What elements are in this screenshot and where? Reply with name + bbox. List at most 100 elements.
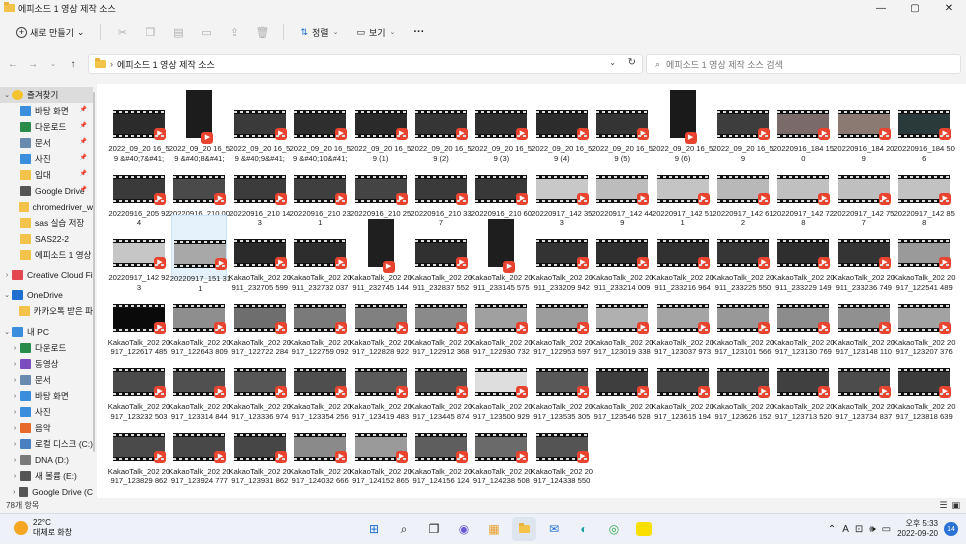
sidebar-item[interactable]: › 바탕 화면 (0, 388, 93, 404)
notification-badge[interactable]: 14 (944, 522, 958, 536)
file-item[interactable]: ▶ KakaoTalk_202 20917_124238 508 (470, 409, 533, 485)
file-item[interactable]: ▶ KakaoTalk_202 20911_232705 599 (229, 215, 291, 292)
file-item[interactable]: ▶ KakaoTalk_202 20911_233209 942 (531, 215, 593, 292)
sidebar-item[interactable]: › 음악 (0, 420, 93, 436)
chevron-right-icon[interactable]: › (10, 441, 20, 448)
chevron-right-icon[interactable]: › (10, 473, 20, 480)
sidebar-item[interactable]: 입대 📌 (0, 167, 93, 183)
file-item[interactable]: ▶ KakaoTalk_202 20911_233229 149 (772, 215, 835, 292)
sidebar-item[interactable]: › Google Drive (C (0, 484, 93, 498)
clock[interactable]: 오후 5:33 2022-09-20 (897, 519, 938, 539)
file-item[interactable]: ▶ KakaoTalk_202 20917_123130 769 (772, 280, 835, 356)
sidebar-item[interactable]: 카카오톡 받은 파 (0, 303, 93, 319)
file-item[interactable]: ▶ KakaoTalk_202 20917_123734 837 (833, 344, 895, 421)
chevron-right-icon[interactable]: › (10, 425, 20, 432)
file-item[interactable]: ▶ KakaoTalk_202 20917_123336 974 (229, 344, 291, 421)
sidebar-item[interactable]: ⌄ OneDrive (0, 287, 93, 303)
file-item[interactable]: ▶ KakaoTalk_202 20917_123314 844 (168, 344, 231, 421)
chrome-icon[interactable]: ◎ (602, 517, 626, 541)
chevron-right-icon[interactable]: › (10, 457, 20, 464)
chevron-right-icon[interactable]: › (10, 393, 20, 400)
file-item[interactable]: ▶ KakaoTalk_202 20917_123419 483 (349, 344, 412, 421)
sidebar-item[interactable]: ⌄ 내 PC (0, 324, 93, 340)
task-view-icon[interactable]: ❐ (422, 517, 446, 541)
file-item[interactable]: ▶ KakaoTalk_202 20911_232837 552 (410, 215, 472, 292)
file-item[interactable]: ▶ KakaoTalk_202 20911_233236 749 (833, 215, 895, 292)
file-item[interactable]: ▶ 2022_09_20 16_59 &#40;7&#41; (108, 86, 170, 163)
file-item[interactable]: ▶ KakaoTalk_202 20917_122541 489 (893, 215, 955, 292)
file-item[interactable]: ▶ KakaoTalk_202 20911_233216 964 (651, 215, 714, 292)
tiles-view-icon[interactable]: ▣ (951, 500, 960, 511)
file-item[interactable]: ▶ 20220917_142 858 (894, 151, 955, 227)
chevron-right-icon[interactable]: › (10, 345, 20, 352)
file-item[interactable]: ▶ 20220916_184 209 (833, 86, 894, 163)
file-item[interactable]: ▶ KakaoTalk_202 20917_123829 862 (108, 409, 170, 485)
sidebar-item[interactable]: 다운로드 📌 (0, 119, 93, 135)
chevron-down-icon[interactable]: ⌄ (2, 291, 12, 299)
file-item[interactable]: ▶ KakaoTalk_202 20917_123037 973 (651, 280, 714, 356)
file-item[interactable]: ▶20220916_210 007 (169, 151, 230, 227)
chevron-right-icon[interactable]: › (10, 489, 19, 496)
breadcrumb[interactable]: 에피소드 1 영상 제작 소스 (117, 58, 215, 71)
file-item[interactable]: ▶ 2022_09_20 16_59 (1) (350, 86, 411, 163)
file-item[interactable]: ▶ KakaoTalk_202 20917_123445 874 (410, 344, 472, 421)
rename-icon[interactable]: ▭ (195, 22, 217, 42)
file-item[interactable]: ▶ KakaoTalk_202 20917_123713 520 (772, 344, 835, 421)
file-item[interactable]: ▶ 2022_09_20 16_59 (6) (652, 86, 713, 163)
mail-icon[interactable]: ✉ (542, 517, 566, 541)
file-item[interactable]: ▶ KakaoTalk_202 20917_124156 124 (410, 409, 472, 485)
sidebar-item[interactable]: sas 실습 저장 (0, 215, 93, 231)
file-item[interactable]: ▶ KakaoTalk_202 20917_123207 376 (893, 280, 955, 356)
file-item[interactable]: ▶ KakaoTalk_202 20917_123354 256 (289, 344, 351, 421)
up-icon[interactable]: ↑ (64, 55, 82, 73)
copy-icon[interactable]: ❐ (139, 22, 161, 42)
file-item[interactable]: ▶ 2022_09_20 16_59 (4) (531, 86, 592, 163)
file-item[interactable]: ▶ 20220916_205 924 (108, 151, 170, 227)
sidebar-item[interactable]: 문서 📌 (0, 135, 93, 151)
chat-icon[interactable]: ◉ (452, 517, 476, 541)
refresh-icon[interactable]: ↻ (628, 57, 636, 68)
file-item[interactable]: ▶ 2022_09_20 16_59 &#40;10&#41; (290, 86, 351, 163)
file-item[interactable]: ▶ 20220917_142 757 (833, 151, 894, 227)
sidebar-item[interactable]: Google Drive 📌 (0, 183, 93, 199)
start-icon[interactable]: ⊞ (362, 517, 386, 541)
file-item[interactable]: ▶ 20220916_210 231 (290, 151, 351, 227)
file-item[interactable]: ▶ KakaoTalk_202 20917_122617 485 (108, 280, 170, 356)
file-item[interactable]: ▶ KakaoTalk_202 20917_124338 550 (531, 409, 593, 485)
file-item[interactable]: ▶ KakaoTalk_202 20917_122759 092 (289, 280, 351, 356)
file-item[interactable]: ▶ KakaoTalk_202 20917_123931 862 (229, 409, 291, 485)
file-item[interactable]: ▶ KakaoTalk_202 20917_122912 368 (410, 280, 472, 356)
file-item[interactable]: ▶ KakaoTalk_202 20911_232732 037 (289, 215, 351, 292)
chevron-down-icon[interactable]: ⌄ (2, 328, 12, 336)
chevron-right-icon[interactable]: › (10, 409, 20, 416)
sidebar-item[interactable]: › 다운로드 (0, 340, 93, 356)
file-item[interactable]: ▶ 20220917_142 612 (712, 151, 774, 227)
file-item[interactable]: ▶ KakaoTalk_202 20911_233145 575 (470, 215, 533, 292)
file-item[interactable]: ▶ KakaoTalk_202 20911_233225 550 (712, 215, 774, 292)
file-item[interactable]: ▶ 20220916_184 506 (894, 86, 955, 163)
delete-icon[interactable]: 🗑 (251, 22, 273, 42)
file-item[interactable]: ▶ KakaoTalk_202 20911_232745 144 (349, 215, 412, 292)
file-item[interactable]: ▶ KakaoTalk_202 20917_123535 305 (531, 344, 593, 421)
file-item[interactable]: ▶ 2022_09_20 16_59 &#40;9&#41; (229, 86, 290, 163)
chevron-right-icon[interactable]: › (2, 272, 12, 279)
cut-icon[interactable]: ✂ (111, 22, 133, 42)
new-button[interactable]: + 새로 만들기 ⌄ (10, 23, 90, 42)
sidebar-item[interactable]: › DNA (D:) (0, 452, 93, 468)
file-item[interactable]: ▶ 20220917_142 728 (773, 151, 834, 227)
sidebar-item[interactable]: 사진 📌 (0, 151, 93, 167)
file-item[interactable]: ▶ KakaoTalk_202 20917_123615 194 (651, 344, 714, 421)
details-view-icon[interactable]: ☰ (939, 500, 947, 511)
chevron-right-icon[interactable]: › (10, 361, 20, 368)
chevron-up-icon[interactable]: ⌃ (828, 524, 836, 535)
file-item[interactable]: ▶ KakaoTalk_202 20917_123500 929 (470, 344, 533, 421)
file-item[interactable]: ▶ KakaoTalk_202 20917_122953 597 (531, 280, 593, 356)
weather-widget[interactable]: 22°C 대체로 화창 (14, 518, 72, 538)
minimize-button[interactable]: — (864, 0, 898, 16)
address-bar[interactable]: › 에피소드 1 영상 제작 소스 ⌄ ↻ (88, 54, 643, 74)
sidebar-item[interactable]: chromedriver_w (0, 199, 93, 215)
battery-icon[interactable]: ▭ (882, 524, 891, 535)
file-item[interactable]: ▶ 2022_09_20 16_59 &#40;8&#41; (169, 86, 230, 163)
sort-button[interactable]: ⇅ 정렬 ⌄ (294, 23, 344, 42)
paste-icon[interactable]: ▤ (167, 22, 189, 42)
